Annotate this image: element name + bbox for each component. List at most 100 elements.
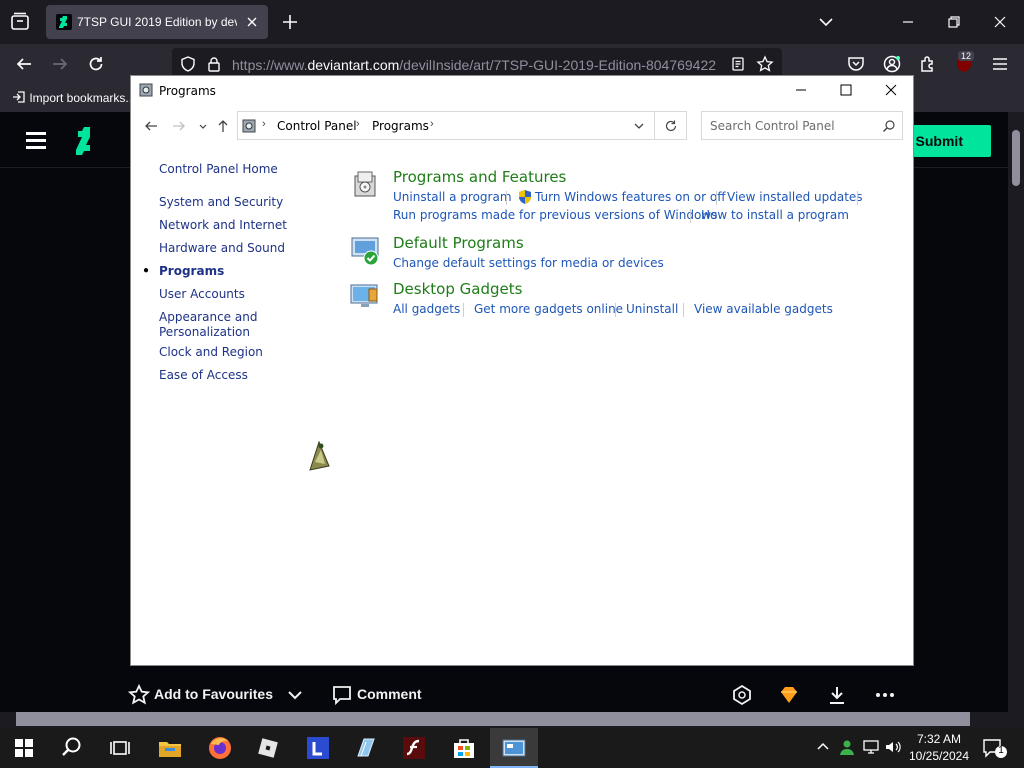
- network-icon[interactable]: [862, 738, 880, 756]
- import-bookmarks-link[interactable]: Import bookmarks...: [12, 90, 135, 105]
- chevron-down-icon[interactable]: [284, 684, 306, 706]
- pocket-icon[interactable]: [846, 54, 866, 74]
- more-gadgets-link[interactable]: Get more gadgets online: [474, 302, 623, 316]
- cp-close-icon[interactable]: [871, 80, 911, 100]
- page-scrollbar[interactable]: [1008, 112, 1024, 712]
- link-divider: [690, 209, 691, 223]
- browser-tab-strip: 7TSP GUI 2019 Edition by devilln: [0, 0, 1024, 44]
- sidebar-item-network[interactable]: Network and Internet: [159, 218, 287, 233]
- installed-updates-link[interactable]: View installed updates: [727, 190, 863, 204]
- cp-minimize-icon[interactable]: [781, 80, 821, 100]
- url-text[interactable]: https://www.deviantart.com/devilInside/a…: [232, 57, 716, 73]
- breadcrumb-separator[interactable]: ›: [356, 118, 360, 130]
- cp-maximize-icon[interactable]: [826, 80, 866, 100]
- comment-icon[interactable]: [331, 684, 353, 706]
- sidebar-item-appearance[interactable]: Appearance and Personalization: [159, 310, 257, 340]
- badge-icon[interactable]: [731, 684, 753, 706]
- restore-icon[interactable]: [944, 12, 964, 32]
- address-bar[interactable]: › Control Panel › Programs ›: [237, 111, 655, 140]
- gem-icon[interactable]: [778, 684, 800, 706]
- cp-forward-icon[interactable]: [171, 118, 187, 134]
- more-options-icon[interactable]: [874, 684, 896, 706]
- account-icon[interactable]: [882, 54, 902, 74]
- uninstall-gadget-link[interactable]: Uninstall: [626, 302, 678, 316]
- cp-back-icon[interactable]: [143, 118, 159, 134]
- scrollbar-thumb[interactable]: [1012, 130, 1020, 186]
- browser-tab-active[interactable]: 7TSP GUI 2019 Edition by devilln: [46, 5, 268, 39]
- windows-features-link[interactable]: Turn Windows features on or off: [535, 190, 726, 204]
- sidebar-item-hardware[interactable]: Hardware and Sound: [159, 241, 285, 256]
- sidebar-item-clock-region[interactable]: Clock and Region: [159, 345, 263, 360]
- refresh-button[interactable]: [655, 111, 687, 140]
- minimize-icon[interactable]: [898, 12, 918, 32]
- hamburger-menu-icon[interactable]: [26, 132, 46, 150]
- programs-features-title[interactable]: Programs and Features: [393, 168, 566, 186]
- uninstall-program-link[interactable]: Uninstall a program: [393, 190, 512, 204]
- extensions-icon[interactable]: [918, 54, 938, 74]
- sidebar-item-system-security[interactable]: System and Security: [159, 195, 283, 210]
- windows-taskbar: 7:32 AM 10/25/2024 1: [0, 728, 1024, 768]
- change-default-settings-link[interactable]: Change default settings for media or dev…: [393, 256, 664, 270]
- flash-player-icon[interactable]: [400, 734, 428, 762]
- file-explorer-icon[interactable]: [156, 734, 184, 762]
- star-icon[interactable]: [128, 684, 150, 706]
- desktop-gadgets-title[interactable]: Desktop Gadgets: [393, 280, 522, 298]
- close-window-icon[interactable]: [990, 12, 1010, 32]
- tab-list-icon[interactable]: [8, 10, 32, 34]
- microsoft-store-icon[interactable]: [450, 734, 478, 762]
- address-dropdown-icon[interactable]: [632, 119, 646, 133]
- forward-icon[interactable]: [50, 54, 70, 74]
- link-divider: [506, 191, 507, 205]
- deviantart-logo-icon[interactable]: [74, 126, 94, 156]
- close-tab-icon[interactable]: [244, 14, 260, 30]
- search-input[interactable]: [710, 119, 870, 133]
- menu-icon[interactable]: [990, 54, 1010, 74]
- control-panel-titlebar[interactable]: Programs: [131, 76, 913, 104]
- horizontal-scrollbar-thumb[interactable]: [16, 712, 970, 726]
- clock-date: 10/25/2024: [908, 749, 970, 763]
- l-app-icon[interactable]: [304, 734, 332, 762]
- task-view-icon[interactable]: [106, 734, 134, 762]
- taskbar-search-icon[interactable]: [58, 734, 86, 762]
- tray-overflow-icon[interactable]: [814, 738, 832, 756]
- bookmark-star-icon[interactable]: [756, 55, 774, 73]
- search-box[interactable]: [701, 111, 903, 140]
- sidebar-item-ease-of-access[interactable]: Ease of Access: [159, 368, 248, 383]
- firefox-icon[interactable]: [206, 734, 234, 762]
- roblox-icon[interactable]: [254, 734, 282, 762]
- breadcrumb-separator[interactable]: ›: [430, 118, 434, 130]
- windows-start-icon[interactable]: [10, 734, 38, 762]
- reload-icon[interactable]: [86, 54, 106, 74]
- how-to-install-link[interactable]: How to install a program: [701, 208, 849, 222]
- compatibility-link[interactable]: Run programs made for previous versions …: [393, 208, 717, 222]
- all-gadgets-link[interactable]: All gadgets: [393, 302, 460, 316]
- clock-time: 7:32 AM: [916, 732, 962, 746]
- sidebar-item-programs[interactable]: Programs: [159, 264, 224, 279]
- recent-locations-icon[interactable]: [195, 118, 211, 134]
- up-icon[interactable]: [215, 118, 231, 134]
- volume-icon[interactable]: [884, 738, 902, 756]
- sidebar-item-home[interactable]: Control Panel Home: [159, 162, 278, 177]
- breadcrumb-control-panel[interactable]: Control Panel: [277, 119, 357, 133]
- view-available-gadgets-link[interactable]: View available gadgets: [694, 302, 833, 316]
- user-tray-icon[interactable]: [838, 738, 856, 756]
- lock-icon[interactable]: [206, 56, 222, 72]
- refresh-icon: [665, 120, 677, 132]
- shield-icon[interactable]: [180, 56, 196, 72]
- new-tab-icon[interactable]: [280, 12, 300, 32]
- download-icon[interactable]: [826, 684, 848, 706]
- sidebar-item-user-accounts[interactable]: User Accounts: [159, 287, 245, 302]
- taskbar-control-panel-active[interactable]: [490, 728, 538, 768]
- link-divider: [683, 303, 684, 317]
- add-to-favourites-button[interactable]: Add to Favourites: [154, 686, 273, 702]
- reader-view-icon[interactable]: [730, 56, 746, 72]
- clock[interactable]: 7:32 AM 10/25/2024: [904, 731, 974, 765]
- list-all-tabs-icon[interactable]: [816, 12, 836, 32]
- search-icon[interactable]: [882, 119, 896, 133]
- comment-button[interactable]: Comment: [357, 686, 422, 702]
- breadcrumb-programs[interactable]: Programs: [372, 119, 429, 133]
- back-icon[interactable]: [14, 54, 34, 74]
- default-programs-title[interactable]: Default Programs: [393, 234, 524, 252]
- horizontal-scrollbar[interactable]: [0, 712, 1008, 728]
- notepad-app-icon[interactable]: [352, 734, 380, 762]
